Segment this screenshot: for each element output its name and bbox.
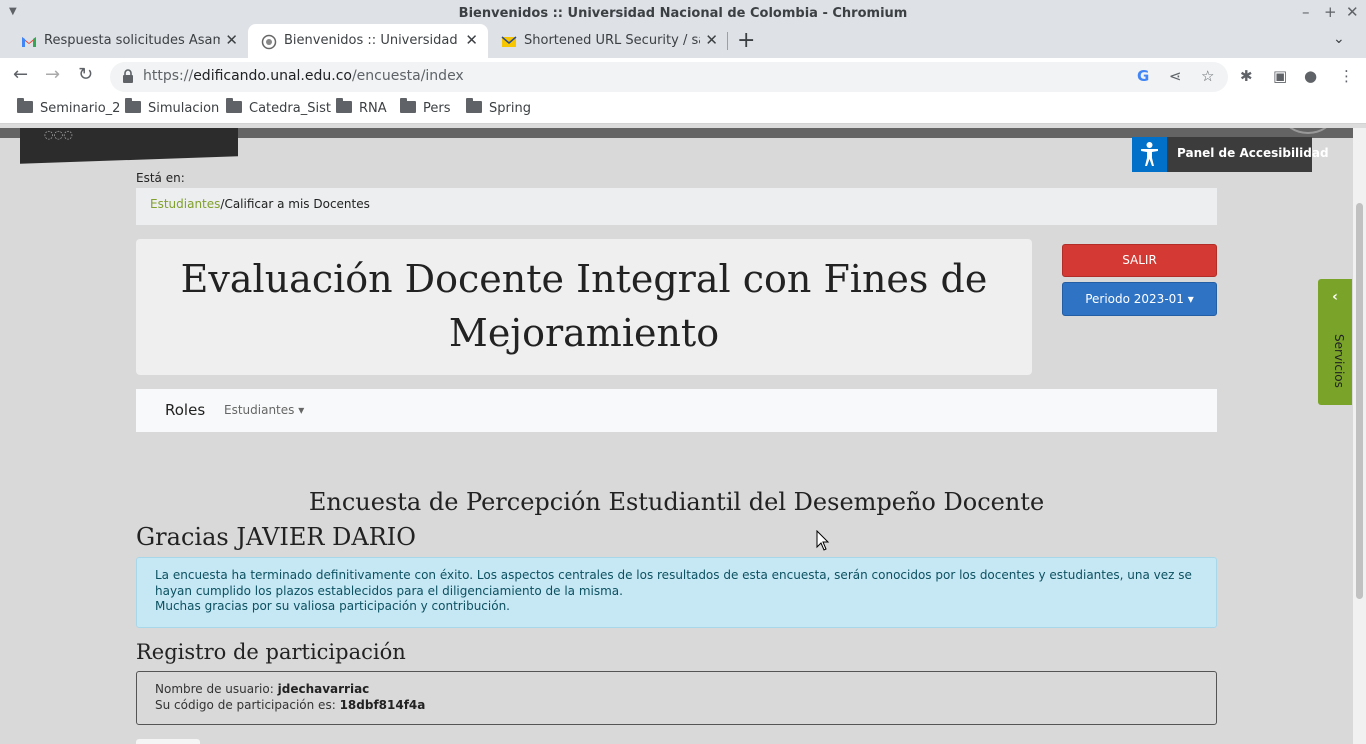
- browser-toolbar: ← → ↻ https://edificando.unal.edu.co/enc…: [0, 58, 1366, 96]
- close-tab-icon[interactable]: ✕: [705, 31, 718, 49]
- close-tab-icon[interactable]: ✕: [465, 31, 478, 49]
- bookmark-star-icon[interactable]: ☆: [1201, 67, 1214, 85]
- services-tab[interactable]: ‹ Servicios: [1318, 279, 1352, 405]
- participation-code-row: Su código de participación es: 18dbf814f…: [155, 698, 426, 712]
- profile-icon[interactable]: ●: [1304, 67, 1317, 85]
- tab-safecom[interactable]: Shortened URL Security / safecom ✕: [488, 24, 728, 58]
- folder-icon: [226, 98, 242, 113]
- back-icon[interactable]: ←: [13, 64, 28, 85]
- page-title: Evaluación Docente Integral con Fines de…: [180, 257, 988, 355]
- close-window-icon[interactable]: ✕: [1346, 3, 1359, 21]
- side-panel-icon[interactable]: ▣: [1273, 67, 1287, 85]
- alert-message: La encuesta ha terminado definitivamente…: [155, 568, 1192, 598]
- unal-seal-icon: [261, 34, 277, 50]
- tab-strip: Respuesta solicitudes Asamblea ✕ Bienven…: [0, 24, 1366, 58]
- thanks-heading: Gracias JAVIER DARIO: [136, 523, 416, 551]
- alert-thanks: Muchas gracias por su valiosa participac…: [155, 599, 510, 613]
- services-label: Servicios: [1332, 334, 1346, 388]
- forward-icon[interactable]: →: [45, 64, 60, 85]
- google-translate-icon[interactable]: G: [1137, 67, 1149, 85]
- breadcrumb-current: /Calificar a mis Docentes: [220, 197, 370, 211]
- breadcrumb: Estudiantes/Calificar a mis Docentes: [136, 188, 1217, 225]
- breadcrumb-link-estudiantes[interactable]: Estudiantes: [150, 197, 220, 211]
- share-icon[interactable]: ⋖: [1169, 67, 1182, 85]
- tab-unal[interactable]: Bienvenidos :: Universidad Nacional ✕: [248, 24, 488, 58]
- folder-icon: [17, 98, 33, 113]
- mail-icon: [501, 36, 517, 47]
- accessibility-panel-button[interactable]: Panel de Accesibilidad: [1132, 137, 1329, 172]
- bookmark-folder[interactable]: Spring: [466, 98, 531, 116]
- period-dropdown[interactable]: Periodo 2023-01 ▾: [1062, 282, 1217, 316]
- caret-down-icon: ▾: [298, 403, 305, 417]
- accessibility-label: Panel de Accesibilidad: [1177, 146, 1329, 160]
- tab-gmail[interactable]: Respuesta solicitudes Asamblea ✕: [8, 24, 248, 58]
- tab-title: Respuesta solicitudes Asamblea: [44, 33, 220, 48]
- address-bar[interactable]: https://edificando.unal.edu.co/encuesta/…: [110, 62, 1228, 92]
- bookmark-folder[interactable]: Seminario_2: [17, 98, 120, 116]
- navbar-brand[interactable]: Roles: [165, 401, 205, 419]
- bookmark-folder[interactable]: RNA: [336, 98, 387, 116]
- gmail-icon: [22, 37, 36, 47]
- url-text: https://edificando.unal.edu.co/encuesta/…: [143, 68, 464, 84]
- bookmark-folder[interactable]: Catedra_Sist: [226, 98, 331, 116]
- folder-icon: [400, 98, 416, 113]
- chevron-left-icon: ‹: [1332, 289, 1338, 305]
- partial-button[interactable]: [136, 739, 200, 744]
- extensions-icon[interactable]: ✱: [1240, 67, 1253, 85]
- tab-search-icon[interactable]: ⌄: [1333, 31, 1345, 47]
- tab-title: Bienvenidos :: Universidad Nacional: [284, 33, 460, 48]
- logout-button[interactable]: SALIR: [1062, 244, 1217, 277]
- lock-icon[interactable]: [122, 68, 134, 84]
- logo-mark-icon: ◌◌◌: [44, 128, 73, 141]
- page-header: Evaluación Docente Integral con Fines de…: [136, 239, 1032, 375]
- page-viewport: ◌◌◌ Panel de Accesibilidad Está en: Estu…: [0, 128, 1366, 744]
- roles-navbar: Roles Estudiantes ▾: [136, 389, 1217, 432]
- reload-icon[interactable]: ↻: [78, 64, 93, 85]
- bookmark-folder[interactable]: Simulacion: [125, 98, 219, 116]
- new-tab-icon[interactable]: +: [737, 28, 755, 53]
- window-titlebar: ▼ Bienvenidos :: Universidad Nacional de…: [0, 0, 1366, 26]
- minimize-icon[interactable]: –: [1302, 3, 1310, 21]
- registration-heading: Registro de participación: [136, 640, 406, 664]
- bookmark-folder[interactable]: Pers: [400, 98, 451, 116]
- tab-separator: [727, 32, 728, 50]
- accessibility-icon: [1132, 137, 1167, 172]
- participation-code-value: 18dbf814f4a: [339, 698, 426, 712]
- maximize-icon[interactable]: +: [1324, 3, 1337, 21]
- scrollbar-thumb[interactable]: [1356, 203, 1363, 599]
- tab-title: Shortened URL Security / safecom: [524, 33, 700, 48]
- folder-icon: [336, 98, 352, 113]
- breadcrumb-label: Está en:: [136, 171, 185, 185]
- registration-box: Nombre de usuario: jdechavarriac Su códi…: [136, 671, 1217, 725]
- window-title: Bienvenidos :: Universidad Nacional de C…: [458, 6, 908, 21]
- mouse-cursor-icon: [816, 530, 830, 551]
- caret-down-icon: ▾: [1187, 292, 1194, 306]
- username-value: jdechavarriac: [277, 682, 370, 696]
- students-dropdown[interactable]: Estudiantes ▾: [224, 403, 304, 417]
- bookmarks-bar: Seminario_2 Simulacion Catedra_Sist RNA …: [0, 96, 1366, 124]
- folder-icon: [125, 98, 141, 113]
- page-scrollbar[interactable]: [1353, 128, 1366, 744]
- completion-alert: La encuesta ha terminado definitivamente…: [136, 557, 1217, 628]
- folder-icon: [466, 98, 482, 113]
- menu-icon[interactable]: ⋮: [1339, 67, 1354, 85]
- close-tab-icon[interactable]: ✕: [225, 31, 238, 49]
- survey-heading: Encuesta de Percepción Estudiantil del D…: [308, 488, 1045, 516]
- username-row: Nombre de usuario: jdechavarriac: [155, 682, 370, 696]
